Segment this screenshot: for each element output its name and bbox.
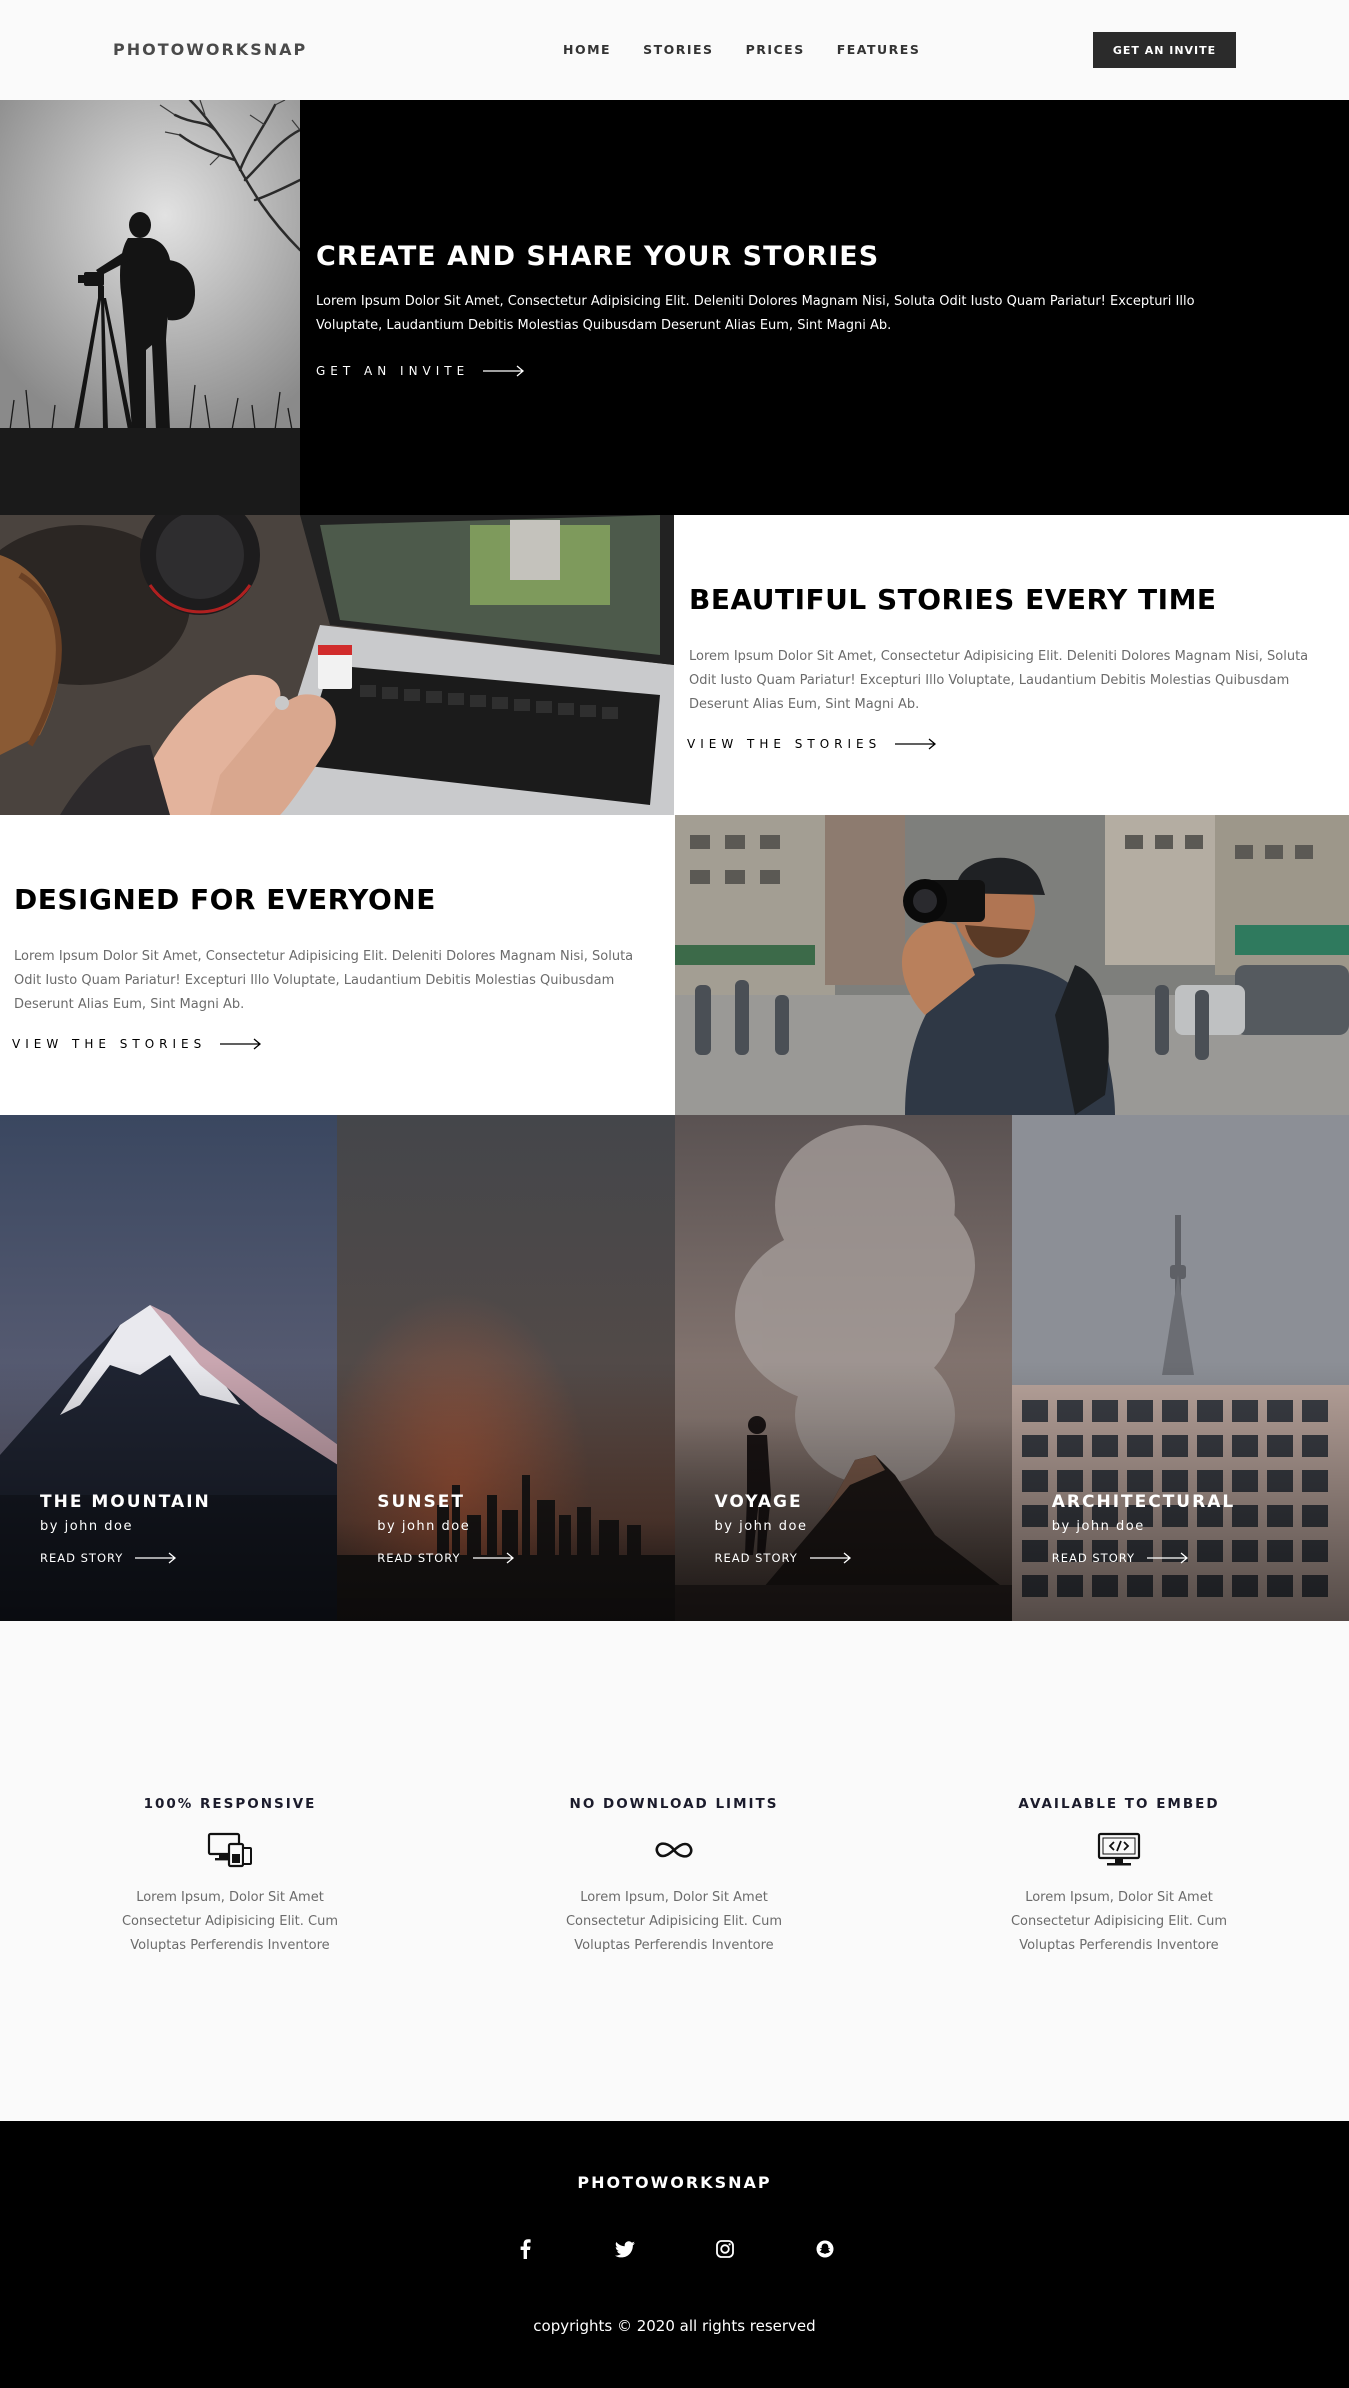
social-links <box>0 2239 1349 2259</box>
benefits-section: 100% RESPONSIVE Lorem Ipsum, Dolor Sit A… <box>0 1621 1349 2121</box>
arrow-right-icon <box>895 738 937 750</box>
facebook-icon[interactable] <box>515 2239 535 2259</box>
story-title: ARCHITECTURAL <box>1051 1492 1236 1512</box>
nav-menu: HOME STORIES PRICES FEATURES <box>563 42 920 57</box>
copyright-text: copyrights © 2020 all rights reserved <box>533 2317 816 2335</box>
story-author: by john doe <box>1051 1519 1145 1534</box>
benefit-title: AVAILABLE TO EMBED <box>1018 1796 1220 1812</box>
street-photographer-image <box>675 815 1349 1115</box>
get-invite-button[interactable]: GET AN INVITE <box>1093 32 1236 68</box>
benefit-title: NO DOWNLOAD LIMITS <box>569 1796 779 1812</box>
nav-link-stories[interactable]: STORIES <box>643 42 713 57</box>
arrow-right-icon <box>809 1552 851 1564</box>
embed-code-icon <box>1094 1830 1144 1870</box>
card-shade <box>0 1361 338 1621</box>
read-story-label: READ STORY <box>1051 1551 1136 1565</box>
story-title: THE MOUNTAIN <box>40 1492 211 1512</box>
navbar: PHOTOWORKSNAP HOME STORIES PRICES FEATUR… <box>0 0 1349 100</box>
story-card-architectural[interactable]: ARCHITECTURAL by john doe READ STORY <box>1011 1115 1349 1621</box>
view-stories-label: VIEW THE STORIES <box>687 737 882 751</box>
arrow-right-icon <box>472 1552 514 1564</box>
benefit-description: Lorem Ipsum, Dolor Sit Amet Consectetur … <box>121 1890 339 1953</box>
read-story-label: READ STORY <box>40 1551 124 1565</box>
benefit-available-to-embed: AVAILABLE TO EMBED Lorem Ipsum, Dolor Si… <box>949 1796 1289 1958</box>
nav-link-home[interactable]: HOME <box>563 42 611 57</box>
story-title: VOYAGE <box>714 1492 803 1512</box>
story-author: by john doe <box>40 1519 133 1534</box>
feature-designed-for-everyone: DESIGNED FOR EVERYONE Lorem Ipsum Dolor … <box>0 815 1349 1115</box>
arrow-right-icon <box>483 365 525 377</box>
view-stories-link[interactable]: VIEW THE STORIES <box>687 737 937 751</box>
arrow-right-icon <box>135 1552 177 1564</box>
nav-link-features[interactable]: FEATURES <box>837 42 921 57</box>
card-shade <box>337 1361 675 1621</box>
story-author: by john doe <box>714 1519 808 1534</box>
read-story-link[interactable]: READ STORY <box>715 1551 852 1565</box>
arrow-right-icon <box>220 1038 262 1050</box>
footer: PHOTOWORKSNAP copyrights © 2020 all righ… <box>0 2121 1349 2388</box>
feature-title: DESIGNED FOR EVERYONE <box>14 883 436 916</box>
instagram-icon[interactable] <box>715 2239 735 2259</box>
feature-description: Lorem Ipsum Dolor Sit Amet, Consectetur … <box>14 949 634 1012</box>
hero-section: CREATE AND SHARE YOUR STORIES Lorem Ipsu… <box>0 100 1349 515</box>
read-story-label: READ STORY <box>377 1551 461 1565</box>
story-card-sunset[interactable]: SUNSET by john doe READ STORY <box>337 1115 675 1621</box>
footer-brand[interactable]: PHOTOWORKSNAP <box>0 2173 1349 2192</box>
view-stories-link[interactable]: VIEW THE STORIES <box>12 1037 262 1051</box>
card-shade <box>674 1361 1012 1621</box>
benefit-responsive: 100% RESPONSIVE Lorem Ipsum, Dolor Sit A… <box>60 1796 400 1958</box>
hero-title: CREATE AND SHARE YOUR STORIES <box>316 241 880 272</box>
story-author: by john doe <box>377 1519 471 1534</box>
card-shade <box>1011 1361 1349 1621</box>
responsive-devices-icon <box>205 1830 255 1870</box>
laptop-memory-card-image <box>0 515 674 815</box>
hero-description: Lorem Ipsum Dolor Sit Amet, Consectetur … <box>316 294 1195 333</box>
feature-description: Lorem Ipsum Dolor Sit Amet, Consectetur … <box>689 649 1309 712</box>
benefit-title: 100% RESPONSIVE <box>143 1796 317 1812</box>
benefit-description: Lorem Ipsum, Dolor Sit Amet Consectetur … <box>1010 1890 1228 1953</box>
feature-beautiful-stories: BEAUTIFUL STORIES EVERY TIME Lorem Ipsum… <box>0 515 1349 815</box>
hero-invite-label: GET AN INVITE <box>316 364 470 378</box>
benefit-description: Lorem Ipsum, Dolor Sit Amet Consectetur … <box>565 1890 783 1953</box>
infinity-icon <box>649 1830 699 1870</box>
hero-photographer-image <box>0 100 300 515</box>
feature-title: BEAUTIFUL STORIES EVERY TIME <box>689 583 1217 616</box>
snapchat-icon[interactable] <box>815 2239 835 2259</box>
story-title: SUNSET <box>377 1492 465 1512</box>
stories-gallery: THE MOUNTAIN by john doe READ STORY SUNS… <box>0 1115 1349 1621</box>
read-story-label: READ STORY <box>714 1551 798 1565</box>
story-card-mountain[interactable]: THE MOUNTAIN by john doe READ STORY <box>0 1115 338 1621</box>
hero-invite-link[interactable]: GET AN INVITE <box>316 364 525 378</box>
arrow-right-icon <box>1147 1552 1189 1564</box>
twitter-icon[interactable] <box>614 2239 635 2259</box>
read-story-link[interactable]: READ STORY <box>40 1551 177 1565</box>
read-story-link[interactable]: READ STORY <box>377 1551 514 1565</box>
read-story-link[interactable]: READ STORY <box>1052 1551 1189 1565</box>
benefit-no-download-limits: NO DOWNLOAD LIMITS Lorem Ipsum, Dolor Si… <box>504 1796 844 1958</box>
brand-logo[interactable]: PHOTOWORKSNAP <box>113 40 307 59</box>
story-card-voyage[interactable]: VOYAGE by john doe READ STORY <box>674 1115 1012 1621</box>
view-stories-label: VIEW THE STORIES <box>12 1037 207 1051</box>
nav-link-prices[interactable]: PRICES <box>746 42 805 57</box>
